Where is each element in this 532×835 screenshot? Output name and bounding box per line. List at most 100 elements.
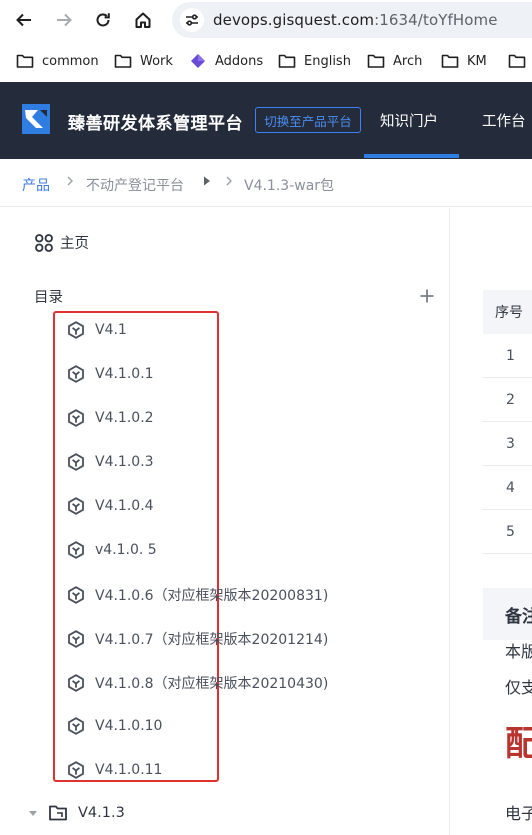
bookmark-km[interactable]: KM <box>441 52 487 70</box>
table-row: 2 <box>483 378 532 422</box>
hexagon-logo-icon <box>68 497 84 515</box>
bookmark-label: Addons <box>215 53 264 69</box>
tab-workbench[interactable]: 工作台 <box>482 110 526 131</box>
tree-item-label: V4.1.0.6（对应框架版本20200831) <box>95 588 329 604</box>
caret-down-icon[interactable] <box>28 808 38 818</box>
bookmark-label: English <box>304 53 351 69</box>
breadcrumb-platform[interactable]: 不动产登记平台 <box>86 175 184 195</box>
tree-item-label: V4.1.0.2 <box>95 410 154 426</box>
reload-icon <box>96 13 110 27</box>
tree-item-v4-1-0-3[interactable]: V4.1.0.3 <box>67 453 154 471</box>
table-row: 1 <box>483 334 532 378</box>
site-info-button[interactable] <box>180 8 204 32</box>
tree-item-label: V4.1.0.1 <box>95 366 154 382</box>
home-icon <box>135 12 151 28</box>
tree-item-label: V4.1.0.4 <box>95 498 154 514</box>
hexagon-logo-icon <box>68 630 84 648</box>
breadcrumb: 产品 不动产登记平台 V4.1.3-war包 <box>0 159 532 207</box>
folder-icon <box>367 54 385 68</box>
bookmark-folder-more[interactable] <box>508 52 526 70</box>
sidebar: 主页 目录 V4.1 V4.1.0.1 V4.1.0.2 V4.1.0.3 V4… <box>0 208 450 835</box>
folder-icon <box>114 54 132 68</box>
bookmark-label: Arch <box>393 53 423 69</box>
grid-home-icon <box>35 233 53 252</box>
browser-toolbar: devops.gisquest.com:1634/toYfHome <box>0 0 532 40</box>
table-row: 4 <box>483 466 532 510</box>
sidebar-home[interactable]: 主页 <box>34 232 89 253</box>
address-bar[interactable]: devops.gisquest.com:1634/toYfHome <box>172 2 532 38</box>
table-row: 3 <box>483 422 532 466</box>
bookmark-common[interactable]: common <box>16 52 99 70</box>
tree-item-v4-1-0-11[interactable]: V4.1.0.11 <box>67 761 162 779</box>
bookmark-arch[interactable]: Arch <box>367 52 422 70</box>
tree-item-v4-1[interactable]: V4.1 <box>67 321 127 339</box>
tree-item-v4-1-0-7[interactable]: V4.1.0.7（对应框架版本20201214) <box>67 629 328 649</box>
table-row: 5 <box>483 510 532 554</box>
tree-item-v4-1-0-2[interactable]: V4.1.0.2 <box>67 409 154 427</box>
bookmark-addons[interactable]: Addons <box>189 52 263 70</box>
tree-item-label: V4.1 <box>95 322 127 338</box>
app-logo-icon <box>22 104 50 134</box>
tree-item-label: V4.1.0.3 <box>95 454 154 470</box>
note-heading: 备注 <box>483 588 532 640</box>
hexagon-logo-icon <box>68 365 84 383</box>
tree-item-v4-1-0-8[interactable]: V4.1.0.8（对应框架版本20210430) <box>67 673 328 693</box>
active-tab-indicator <box>364 154 459 158</box>
hexagon-logo-icon <box>68 717 84 735</box>
switch-platform-button[interactable]: 切换至产品平台 <box>255 107 361 133</box>
tree-item-v4-1-0-1[interactable]: V4.1.0.1 <box>67 365 154 383</box>
bookmark-english[interactable]: English <box>278 52 351 70</box>
addons-icon <box>191 54 205 68</box>
folder-icon <box>49 805 67 821</box>
bookmarks-bar: common Work Addons English Arch KM <box>0 40 532 82</box>
breadcrumb-product[interactable]: 产品 <box>22 175 50 195</box>
bookmark-work[interactable]: Work <box>114 52 173 70</box>
home-button[interactable] <box>129 6 157 34</box>
breadcrumb-current: V4.1.3-war包 <box>244 178 335 194</box>
tree-item-label: V4.1.0.10 <box>95 718 163 734</box>
hexagon-logo-icon <box>68 453 84 471</box>
tree-item-v4-1-0-10[interactable]: V4.1.0.10 <box>67 717 162 735</box>
app-header: 臻善研发体系管理平台 切换至产品平台 知识门户 工作台 <box>0 82 532 159</box>
bookmark-label: Work <box>140 53 173 69</box>
folder-icon <box>441 54 459 68</box>
url-host: devops.gisquest.com <box>213 11 375 29</box>
content-text-line: 仅支 <box>505 678 532 697</box>
add-icon[interactable] <box>419 288 435 304</box>
folder-icon <box>278 54 296 68</box>
content-text-line: 电子 <box>505 804 532 823</box>
tree-item-label: V4.1.0.11 <box>95 762 163 778</box>
folder-icon <box>16 54 34 68</box>
folder-icon <box>508 54 526 68</box>
arrow-right-icon <box>57 13 72 27</box>
hexagon-logo-icon <box>68 761 84 779</box>
hexagon-logo-icon <box>68 321 84 339</box>
table-header-index: 序号 <box>483 290 532 334</box>
tree-item-v4-1-0-5[interactable]: v4.1.0. 5 <box>67 541 157 559</box>
forward-button[interactable] <box>50 6 78 34</box>
arrow-left-icon <box>16 13 31 27</box>
tree-item-v4-1-0-4[interactable]: V4.1.0.4 <box>67 497 154 515</box>
caret-right-icon[interactable] <box>201 174 213 188</box>
bookmark-label: common <box>42 53 99 69</box>
tree-folder-v4-1-3[interactable]: V4.1.3 <box>28 804 125 822</box>
url-text: devops.gisquest.com:1634/toYfHome <box>213 11 498 29</box>
reload-button[interactable] <box>89 6 117 34</box>
tune-icon <box>186 14 198 26</box>
tab-knowledge-portal[interactable]: 知识门户 <box>380 110 438 131</box>
sidebar-home-label: 主页 <box>60 236 89 252</box>
version-table: 序号 1 2 3 4 5 <box>483 290 532 554</box>
bookmark-label: KM <box>467 53 487 69</box>
tree-item-label: V4.1.0.7（对应框架版本20201214) <box>95 632 329 648</box>
chevron-right-icon <box>67 176 73 186</box>
red-heading-text: 配 <box>505 724 532 764</box>
hexagon-logo-icon <box>68 409 84 427</box>
content-text-line: 本版 <box>505 642 532 661</box>
sidebar-directory-heading: 目录 <box>34 290 63 306</box>
chevron-right-icon <box>226 176 232 186</box>
main-content: 序号 1 2 3 4 5 备注 本版 仅支 配 电子 <box>451 208 532 835</box>
url-path: :1634/toYfHome <box>374 11 498 29</box>
tree-folder-label: V4.1.3 <box>78 805 125 821</box>
tree-item-v4-1-0-6[interactable]: V4.1.0.6（对应框架版本20200831) <box>67 585 328 605</box>
back-button[interactable] <box>10 6 38 34</box>
